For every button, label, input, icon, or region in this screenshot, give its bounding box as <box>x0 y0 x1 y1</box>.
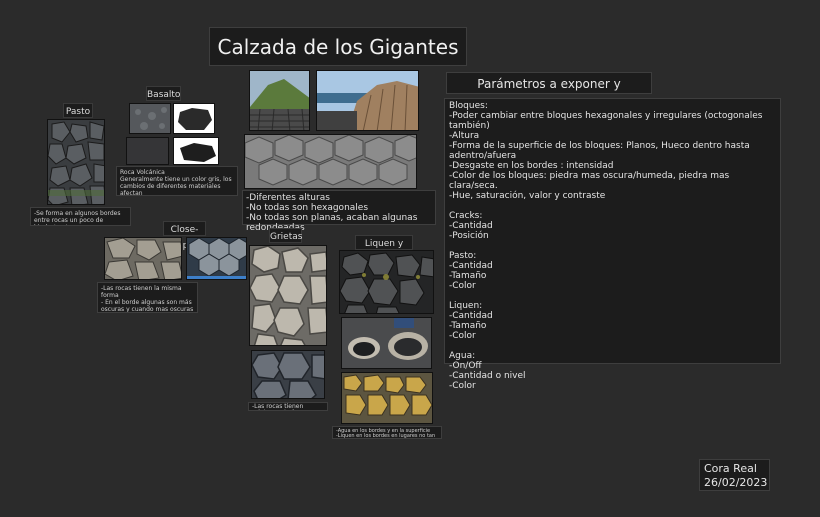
params-box[interactable]: Bloques: -Poder cambiar entre bloques he… <box>444 98 781 391</box>
board-title[interactable]: Calzada de los Gigantes <box>209 27 467 66</box>
grietas-photo-1[interactable] <box>249 245 327 346</box>
alturas-note[interactable]: -Diferentes alturas -No todas son hexago… <box>242 190 436 233</box>
landscape-photo-3[interactable] <box>244 134 417 189</box>
closeup-photo-2[interactable] <box>186 237 247 280</box>
pasto-note[interactable]: -Se forma en algunos bordes entre rocas … <box>30 207 131 226</box>
liquen-photo-1[interactable] <box>339 250 434 314</box>
liquen-label[interactable]: Liquen y agua <box>355 235 413 265</box>
basalto-label[interactable]: Basalto <box>146 86 181 101</box>
liquen-photo-3[interactable] <box>341 372 433 424</box>
basalto-photo-4[interactable] <box>173 137 219 165</box>
landscape-photo-1[interactable] <box>249 70 310 131</box>
closeups-label[interactable]: Close-Ups <box>163 221 206 251</box>
author-name: Cora Real <box>704 462 757 475</box>
liquen-photo-2[interactable] <box>341 317 432 369</box>
basalto-photo-3[interactable] <box>126 137 169 165</box>
basalto-photo-2[interactable] <box>173 103 215 134</box>
landscape-photo-2[interactable] <box>316 70 419 131</box>
basalto-note[interactable]: Roca Volcánica Generalmente tiene un col… <box>116 166 238 196</box>
grietas-label[interactable]: Grietas <box>269 228 302 243</box>
basalto-photo-1[interactable] <box>129 103 171 134</box>
closeup-photo-1[interactable] <box>104 237 182 280</box>
author-date: 26/02/2023 <box>704 476 768 489</box>
grietas-photo-2[interactable] <box>251 350 325 399</box>
params-title[interactable]: Parámetros a exponer y componentes <box>446 72 652 113</box>
pasto-label[interactable]: Pasto <box>63 103 93 118</box>
pasto-photo[interactable] <box>47 119 105 205</box>
author-box[interactable]: Cora Real 26/02/2023 <box>699 459 770 491</box>
closeups-note[interactable]: -Las rocas tienen la misma forma - En el… <box>97 282 198 313</box>
liquen-note[interactable]: -Agua en los bordes y en la superficie -… <box>332 426 442 439</box>
grietas-note[interactable]: -Las rocas tienen grietas en toda su sup… <box>248 402 328 411</box>
